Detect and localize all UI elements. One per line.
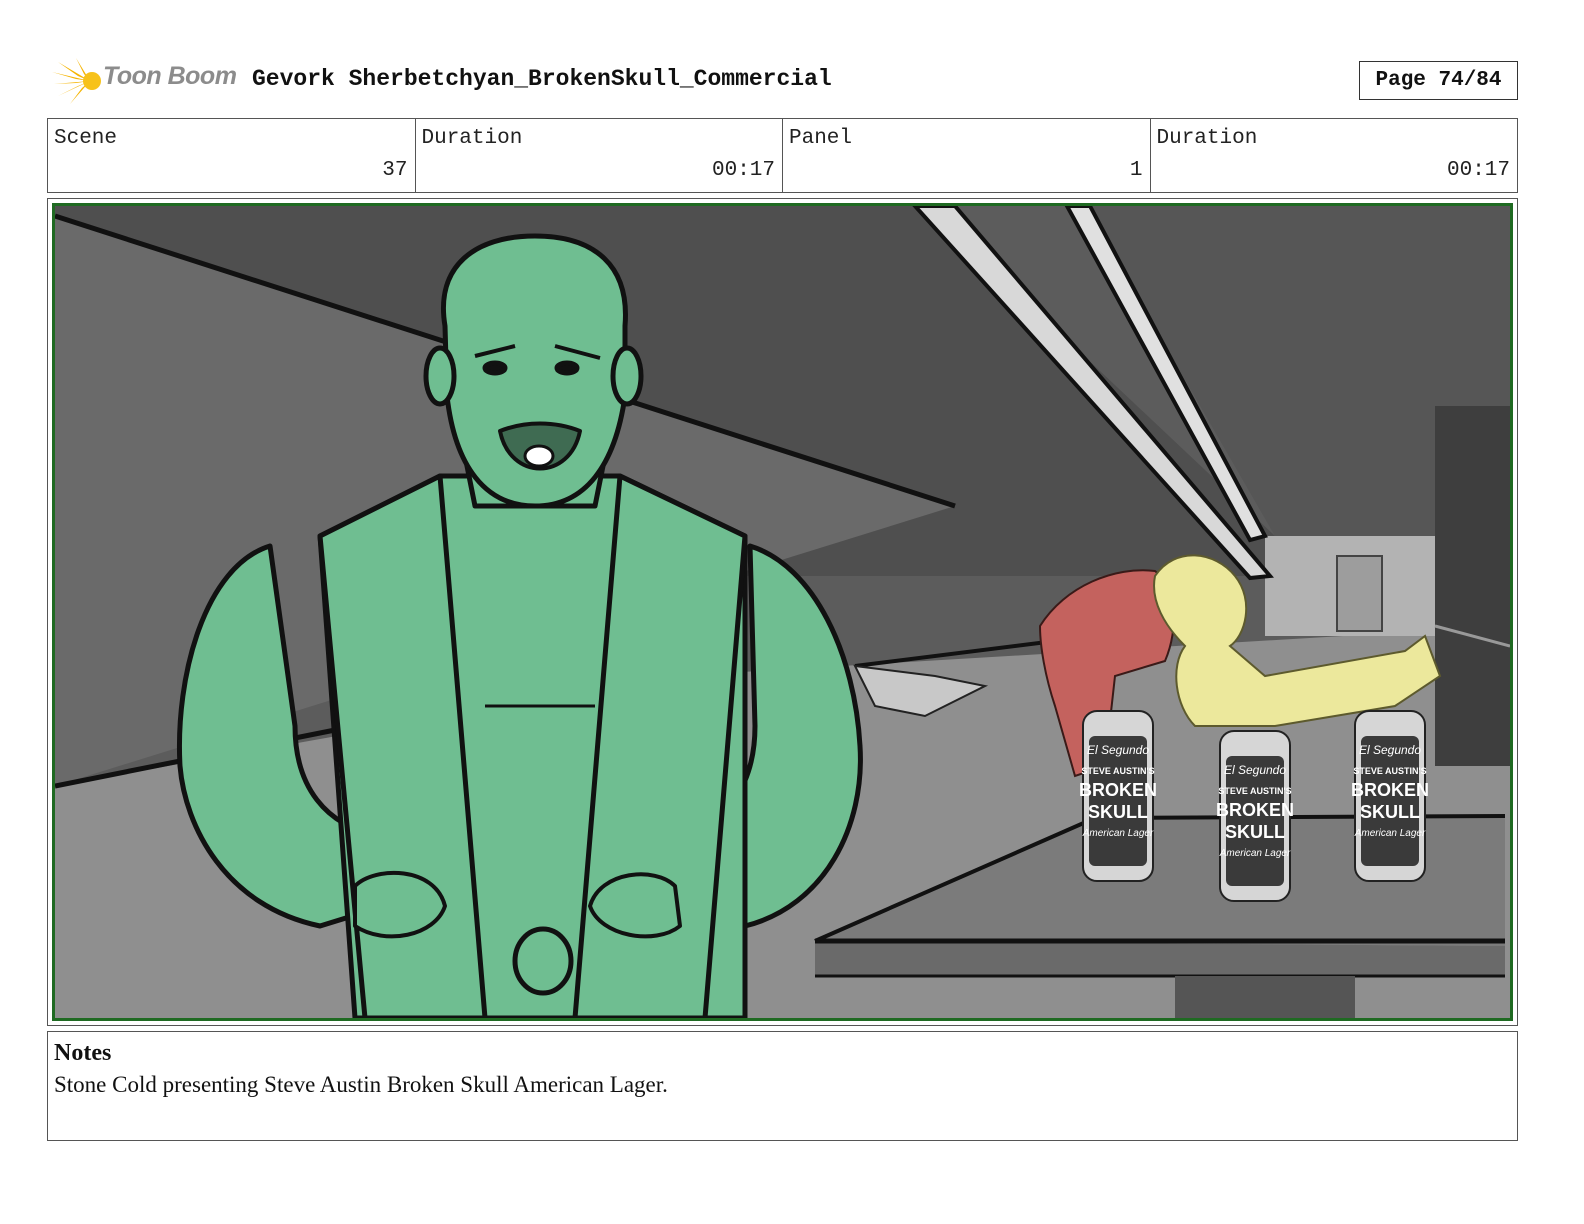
brand-name: Toon Boom bbox=[103, 62, 237, 90]
project-title: Gevork Sherbetchyan_BrokenSkull_Commerci… bbox=[252, 66, 832, 92]
panel-cell: Panel 1 bbox=[783, 119, 1151, 192]
can-middle-line1: STEVE AUSTIN'S bbox=[1218, 786, 1291, 796]
scene-duration-cell: Duration 00:17 bbox=[416, 119, 783, 192]
can-right-line2: BROKEN bbox=[1351, 780, 1429, 800]
can-right-line1: STEVE AUSTIN'S bbox=[1353, 766, 1426, 776]
can-left-line3: SKULL bbox=[1088, 802, 1148, 822]
can-right-line4: American Lager bbox=[1354, 828, 1426, 839]
notes-title: Notes bbox=[54, 1040, 112, 1066]
can-left-line2: BROKEN bbox=[1079, 780, 1157, 800]
page-indicator: Page 74/84 bbox=[1359, 61, 1518, 100]
storyboard-drawing: El Segundo STEVE AUSTIN'S BROKEN SKULL A… bbox=[55, 206, 1510, 1018]
panel-value: 1 bbox=[1129, 159, 1143, 182]
can-middle-line3: SKULL bbox=[1225, 822, 1285, 842]
can-left-line4: American Lager bbox=[1082, 828, 1154, 839]
can-middle-script: El Segundo bbox=[1224, 763, 1286, 777]
panel-duration-label: Duration bbox=[1156, 127, 1258, 150]
panel-duration-cell: Duration 00:17 bbox=[1151, 119, 1518, 192]
info-table: Scene 37 Duration 00:17 Panel 1 Duration… bbox=[47, 118, 1518, 193]
starburst-icon bbox=[52, 58, 101, 104]
can-middle-line2: BROKEN bbox=[1216, 800, 1294, 820]
scene-duration-value: 00:17 bbox=[711, 159, 775, 182]
scene-value: 37 bbox=[382, 159, 408, 182]
scene-label: Scene bbox=[54, 127, 118, 150]
scene-cell: Scene 37 bbox=[48, 119, 416, 192]
notes-text: Stone Cold presenting Steve Austin Broke… bbox=[54, 1072, 668, 1097]
panel-label: Panel bbox=[789, 127, 853, 150]
panel-duration-value: 00:17 bbox=[1446, 159, 1510, 182]
can-right-line3: SKULL bbox=[1360, 802, 1420, 822]
can-left-line1: STEVE AUSTIN'S bbox=[1081, 766, 1154, 776]
notes-box: Notes Stone Cold presenting Steve Austin… bbox=[47, 1031, 1518, 1141]
storyboard-panel-image: El Segundo STEVE AUSTIN'S BROKEN SKULL A… bbox=[52, 203, 1513, 1021]
scene-duration-label: Duration bbox=[421, 127, 523, 150]
can-right-script: El Segundo bbox=[1359, 743, 1421, 757]
can-middle-line4: American Lager bbox=[1219, 848, 1291, 859]
can-left-script: El Segundo bbox=[1087, 743, 1149, 757]
